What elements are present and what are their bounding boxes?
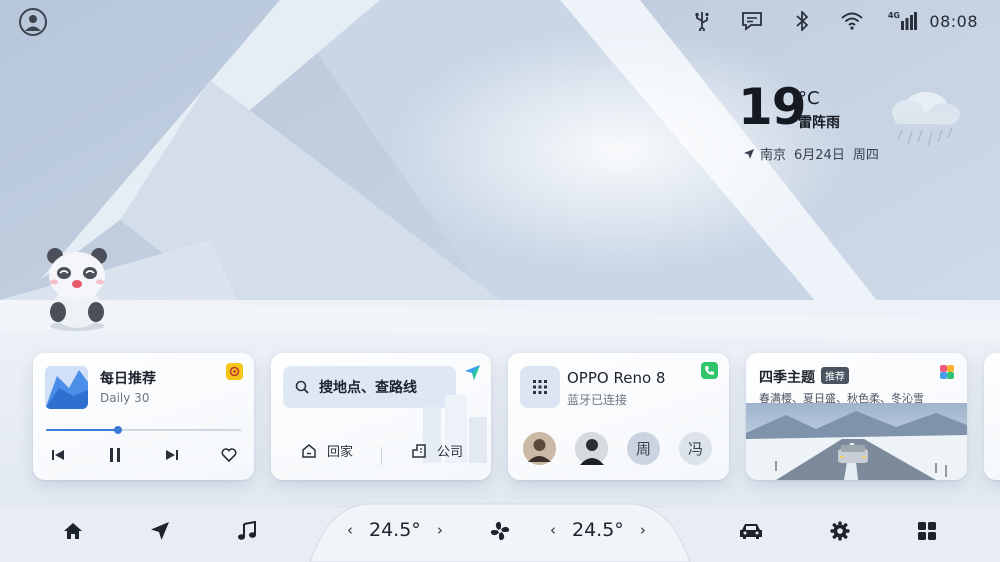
contact-avatar-1[interactable] [523, 432, 556, 465]
next-card-peek[interactable] [984, 353, 1000, 480]
heart-icon [221, 448, 237, 462]
driver-temp-decrease[interactable]: ‹ [339, 521, 361, 539]
driver-temp-control: ‹ 24.5° › [339, 519, 451, 541]
next-icon [166, 450, 178, 460]
contact-avatar-2[interactable] [575, 432, 608, 465]
phone-app-icon[interactable] [701, 362, 718, 379]
music-progress-fill [46, 429, 119, 431]
music-progress-knob[interactable] [114, 426, 123, 434]
pause-icon [110, 448, 120, 462]
previous-icon [52, 450, 64, 460]
user-icon [25, 15, 41, 31]
clock: 08:08 [929, 11, 978, 31]
panda-mascot[interactable] [40, 246, 114, 332]
pause-button[interactable] [103, 443, 127, 467]
home-icon [64, 523, 82, 539]
home-shortcut[interactable]: 回家 [301, 441, 353, 460]
fan-button[interactable] [485, 516, 515, 546]
dock-settings-button[interactable] [825, 516, 855, 546]
dock-vehicle-button[interactable] [736, 516, 766, 546]
network-label: 4G [887, 10, 900, 20]
album-art[interactable] [45, 366, 88, 409]
dock-home-button[interactable] [58, 516, 88, 546]
bluetooth-status: 蓝牙已连接 [567, 393, 628, 407]
favorite-button[interactable] [217, 443, 241, 467]
music-title: 每日推荐 [100, 371, 156, 387]
dialpad-icon [533, 380, 547, 394]
office-icon [412, 444, 426, 458]
shortcut-divider [381, 447, 382, 465]
passenger-temp-value: 24.5° [572, 519, 624, 541]
next-button[interactable] [160, 443, 184, 467]
search-icon [295, 380, 309, 394]
weather-unit: °C [798, 88, 820, 109]
home-outline-icon [302, 444, 316, 458]
music-controls [46, 443, 241, 467]
contact-feng[interactable]: 冯 [679, 432, 712, 465]
climate-control: ‹ 24.5° › ‹ 24.5° › [310, 503, 694, 562]
theme-app-icon[interactable] [938, 363, 956, 381]
passenger-temp-increase[interactable]: › [632, 521, 654, 539]
work-shortcut[interactable]: 公司 [411, 441, 463, 460]
driver-temp-value: 24.5° [369, 519, 421, 541]
rain-cloud-icon [892, 92, 960, 147]
previous-button[interactable] [46, 443, 70, 467]
usb-icon[interactable] [677, 8, 727, 34]
weather-weekday: 周四 [852, 148, 879, 163]
dialpad-button[interactable] [520, 366, 560, 408]
contact-zhou[interactable]: 周 [627, 432, 660, 465]
dock-music-button[interactable] [232, 516, 262, 546]
music-app-icon[interactable] [226, 363, 243, 380]
cellular-icon[interactable]: 4G [877, 8, 927, 34]
weather-condition: 雷阵雨 [798, 115, 840, 131]
theme-title: 四季主题 [759, 370, 815, 386]
winter-road-image[interactable] [746, 403, 967, 480]
car-icon [740, 524, 762, 539]
music-icon [238, 521, 256, 540]
weather-location-row[interactable]: 南京 6月24日 周四 [744, 144, 881, 163]
music-card[interactable]: 每日推荐 Daily 30 [33, 353, 254, 480]
search-placeholder: 搜地点、查路线 [319, 380, 417, 396]
home-label: 回家 [327, 445, 354, 460]
dock-apps-button[interactable] [912, 516, 942, 546]
fan-icon [490, 521, 510, 541]
weather-city: 南京 [760, 148, 787, 163]
dock-navigation-button[interactable] [145, 516, 175, 546]
theme-card[interactable]: 四季主题 推荐 春满樱、夏日盛、秋色柔、冬沁雪 [746, 353, 967, 480]
device-name: OPPO Reno 8 [567, 369, 666, 387]
settings-icon [830, 521, 850, 541]
navigation-app-icon[interactable] [464, 364, 481, 381]
weather-date: 6月24日 [794, 148, 845, 163]
wifi-icon[interactable] [827, 8, 877, 34]
apps-icon [918, 522, 936, 540]
weather-temperature: 19 [738, 78, 807, 136]
driver-temp-increase[interactable]: › [429, 521, 451, 539]
work-label: 公司 [437, 445, 464, 460]
navigation-card[interactable]: 搜地点、查路线 回家 公司 [271, 353, 491, 480]
message-icon[interactable] [727, 8, 777, 34]
user-avatar-button[interactable] [19, 8, 47, 36]
navigation-icon [151, 522, 169, 540]
music-subtitle: Daily 30 [100, 391, 150, 405]
passenger-temp-decrease[interactable]: ‹ [542, 521, 564, 539]
music-progress-bar[interactable] [46, 426, 241, 434]
location-arrow-icon [744, 148, 754, 159]
bluetooth-icon[interactable] [777, 8, 827, 34]
status-bar: 4G 08:08 [677, 8, 978, 34]
recommend-badge: 推荐 [821, 367, 849, 384]
phone-card[interactable]: OPPO Reno 8 蓝牙已连接 周 冯 [508, 353, 729, 480]
passenger-temp-control: ‹ 24.5° › [542, 519, 654, 541]
